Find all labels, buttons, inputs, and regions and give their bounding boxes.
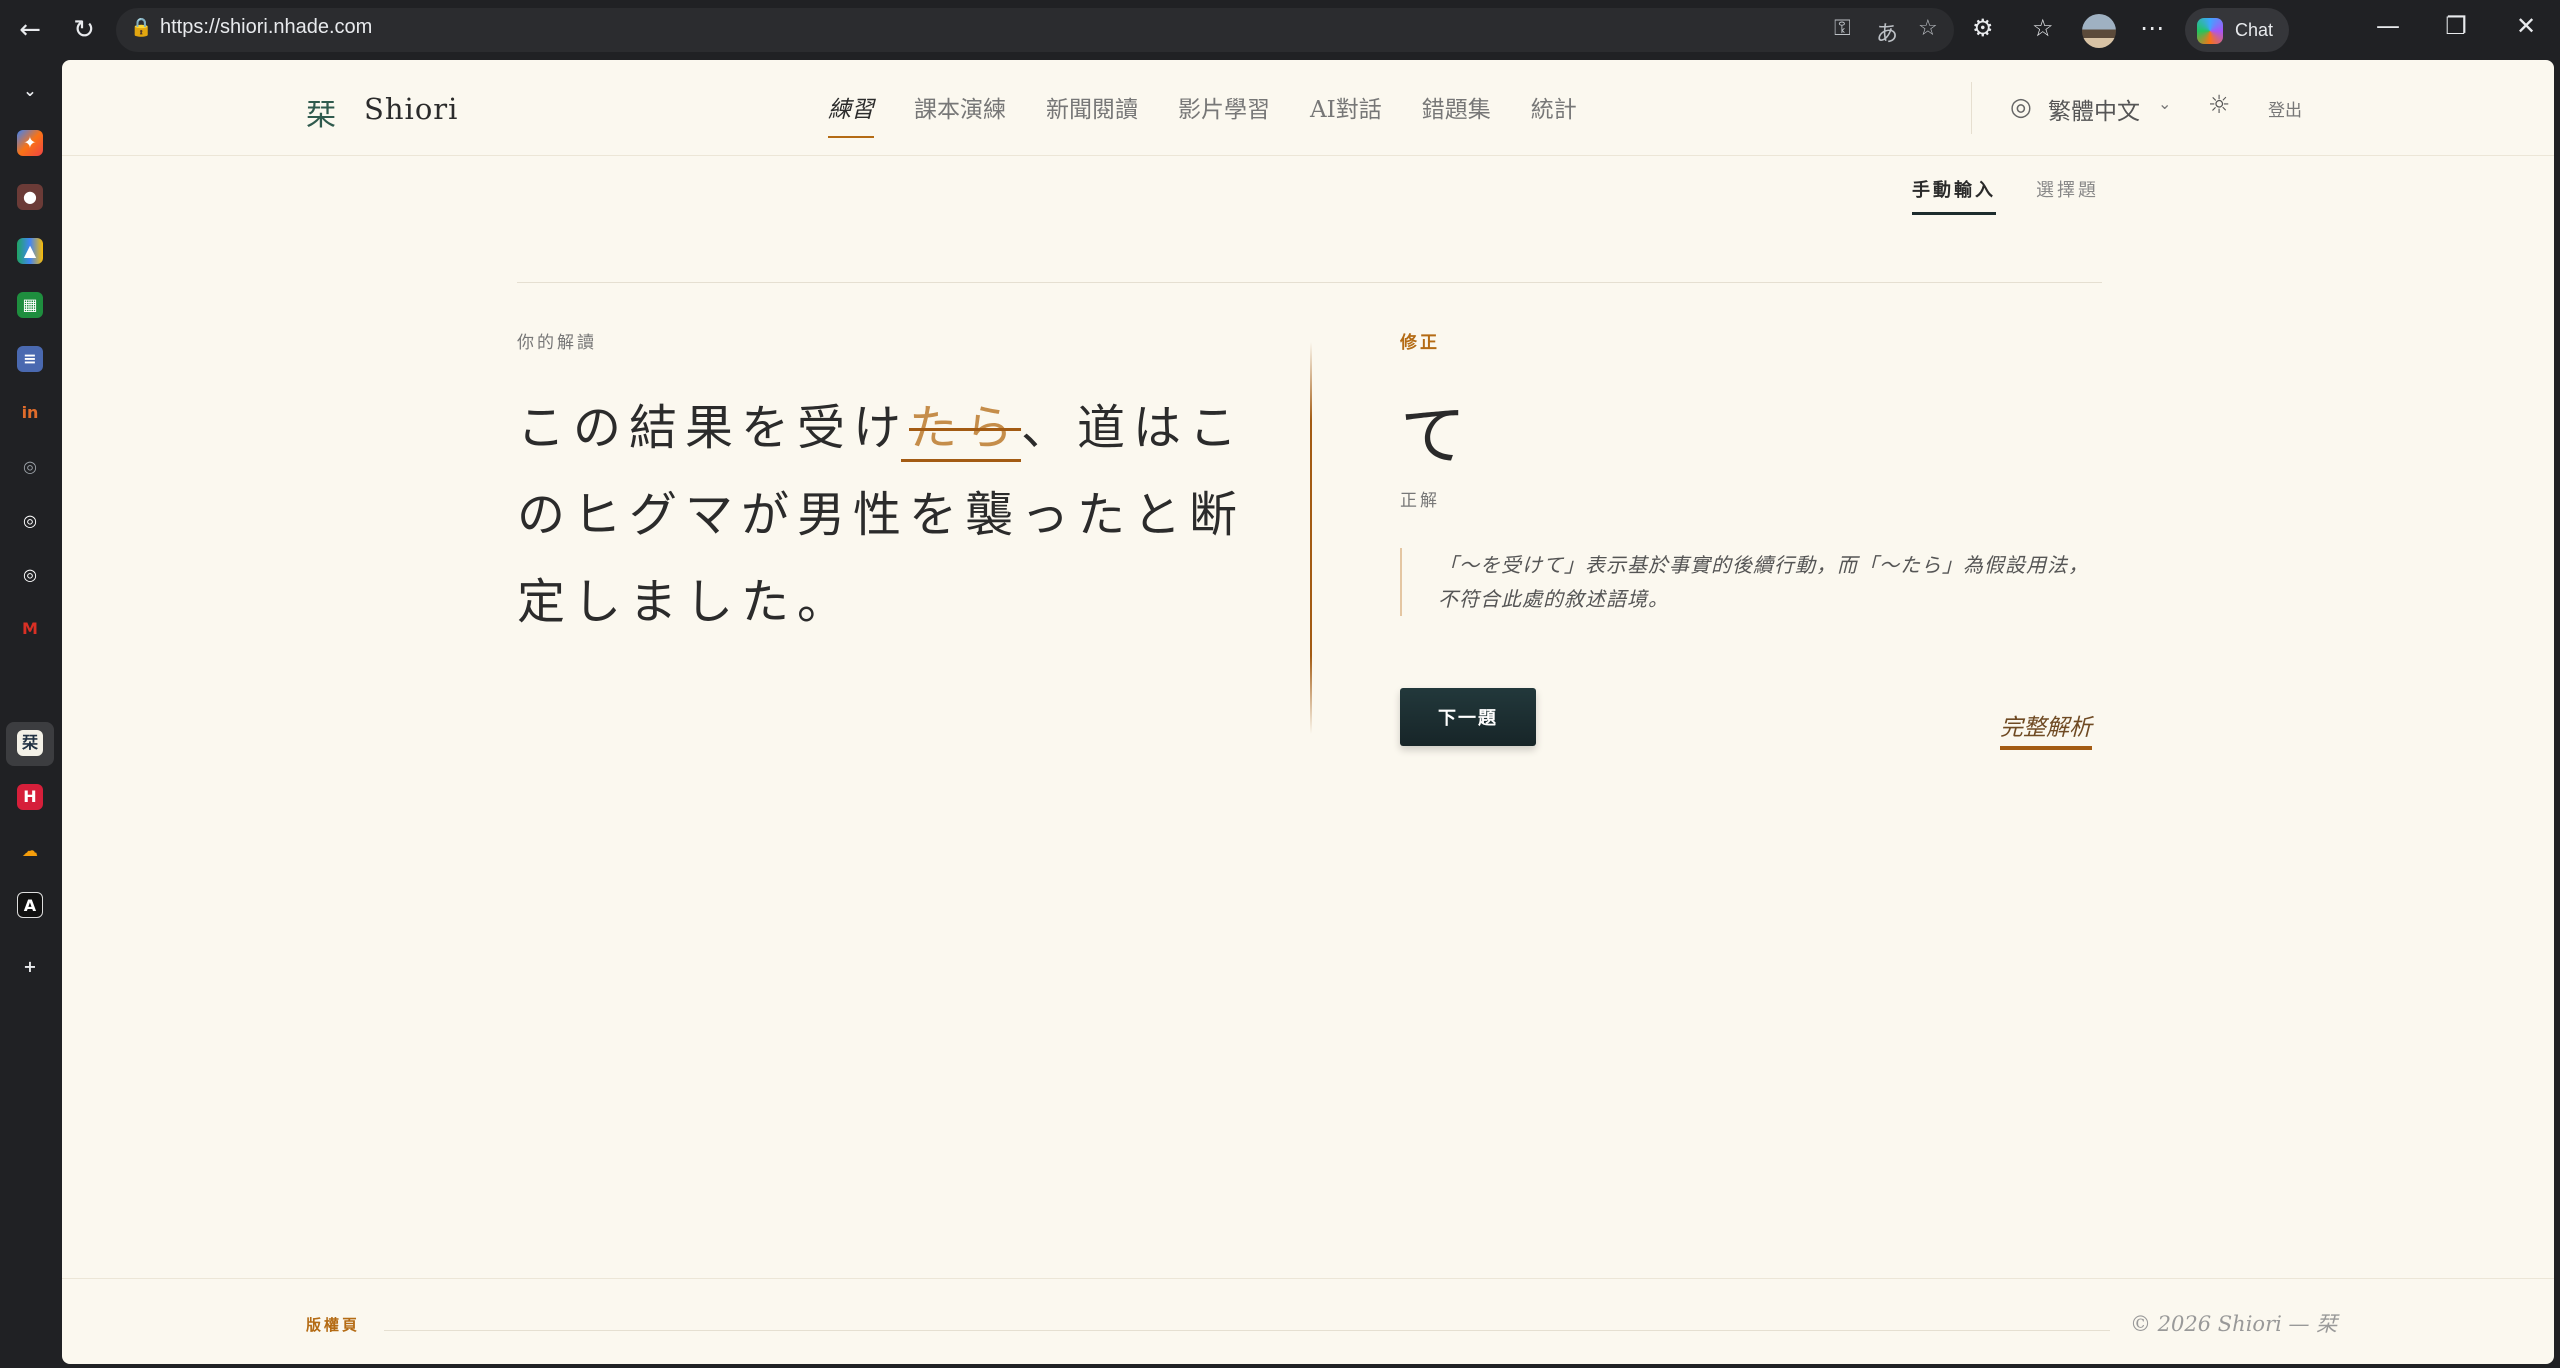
nav-ai-conversation[interactable]: AI對話 (1310, 90, 1382, 130)
restore-icon[interactable]: ❐ (2436, 12, 2476, 40)
answer-before-wrong: この結果を受け (517, 400, 910, 456)
correction-text: て (1400, 397, 1466, 474)
sun-icon[interactable]: ☼ (2208, 90, 2230, 119)
url-text[interactable]: https://shiori.nhade.com (160, 16, 372, 39)
add-icon[interactable]: + (17, 954, 43, 980)
explanation-text: 「〜を受けて」表示基於事實的後續行動，而「〜たら」為假設用法，不符合此處的敘述語… (1438, 553, 2089, 611)
next-question-button[interactable]: 下一題 (1400, 688, 1536, 746)
key-icon[interactable]: ⚿ (1834, 16, 1851, 41)
github-icon[interactable]: ◎ (17, 562, 43, 588)
minimize-icon[interactable]: — (2368, 12, 2408, 40)
header-divider (1971, 82, 1972, 134)
chevron-down-icon[interactable]: ⌄ (17, 78, 43, 104)
your-reading-label: 你的解讀 (517, 333, 597, 353)
globe-icon[interactable]: ◎ (2010, 92, 2032, 121)
main-navigation: 練習 課本演練 新聞閱讀 影片學習 AI對話 錯題集 統計 (828, 90, 1577, 138)
language-select[interactable]: 繁體中文 (2048, 92, 2140, 126)
refresh-icon[interactable]: ↻ (66, 12, 102, 48)
gmail-icon[interactable]: M (17, 616, 43, 642)
browser-sidebar: ⌄ ✦ ● ▲ ▦ ≡ in ◎ ◎ ◎ M 栞 H ☁ A + (0, 60, 62, 1368)
star-icon[interactable]: ☆ (1918, 16, 1938, 41)
footer-copyright: © 2026 Shiori — 栞 (2130, 1312, 2338, 1336)
explanation-box: 「〜を受けて」表示基於事實的後續行動，而「〜たら」為假設用法，不符合此處的敘述語… (1400, 548, 2102, 616)
copilot-logo-icon (2197, 18, 2223, 44)
close-icon[interactable]: ✕ (2506, 12, 2546, 40)
back-arrow-icon[interactable]: ← (12, 12, 48, 48)
more-icon[interactable]: ⋯ (2140, 14, 2164, 42)
answer-separator (1310, 342, 1312, 734)
record-icon[interactable]: ● (17, 184, 43, 210)
a-icon[interactable]: A (17, 892, 43, 918)
sheets-icon[interactable]: ▦ (17, 292, 43, 318)
address-bar[interactable] (116, 8, 1954, 52)
tab-manual-input[interactable]: 手動輸入 (1912, 176, 1996, 215)
chevron-down-icon[interactable]: ⌄ (2158, 94, 2171, 113)
shiori-icon[interactable]: 栞 (17, 730, 43, 756)
user-answer: この結果を受けたら、道はこのヒグマが男性を襲ったと断定しました。 (517, 385, 1297, 646)
chat-label: Chat (2235, 20, 2274, 40)
translate-icon[interactable]: あ (1876, 16, 1898, 48)
footer-rule (384, 1330, 2110, 1331)
cloud-icon[interactable]: ☁ (17, 838, 43, 864)
correction-label: 修正 (1400, 333, 1440, 353)
shiori-logo-mark[interactable]: 栞 (306, 90, 336, 134)
logout-link[interactable]: 登出 (2268, 96, 2302, 121)
favorites-icon[interactable]: ☆ (2032, 14, 2054, 42)
tab-multiple-choice[interactable]: 選擇題 (2036, 176, 2099, 202)
docs-icon[interactable]: ≡ (17, 346, 43, 372)
copyright-page-link[interactable]: 版權頁 (306, 1314, 360, 1335)
site-logo-text[interactable]: Shiori (364, 92, 458, 126)
extensions-icon[interactable]: ⚙ (1972, 14, 1994, 42)
copilot-icon[interactable]: ✦ (17, 130, 43, 156)
nav-video-learning[interactable]: 影片學習 (1178, 90, 1270, 130)
profile-avatar[interactable] (2082, 14, 2116, 48)
nav-practice[interactable]: 練習 (828, 90, 874, 138)
in-icon[interactable]: in (17, 400, 43, 426)
h-icon[interactable]: H (17, 784, 43, 810)
wrong-answer-part: たら (901, 385, 1022, 472)
practice-mode-tabs: 手動輸入 選擇題 (1912, 176, 2164, 220)
drive-icon[interactable]: ▲ (17, 238, 43, 264)
full-analysis-link[interactable]: 完整解析 (2000, 708, 2092, 750)
chat-button[interactable]: Chat (2185, 8, 2289, 52)
page-viewport: 栞 Shiori 練習 課本演練 新聞閱讀 影片學習 AI對話 錯題集 統計 ◎… (62, 60, 2554, 1364)
github-icon[interactable]: ◎ (17, 454, 43, 480)
browser-toolbar: ← ↻ 🔒 https://shiori.nhade.com ⚿ あ ☆ ⚙ ☆… (0, 0, 2560, 60)
content-divider (517, 282, 2102, 283)
correct-answer-label: 正解 (1400, 491, 1440, 511)
nav-statistics[interactable]: 統計 (1531, 90, 1577, 130)
nav-textbook-practice[interactable]: 課本演練 (914, 90, 1006, 130)
footer-top-line (62, 1278, 2554, 1279)
nav-mistakes[interactable]: 錯題集 (1422, 90, 1491, 130)
nav-news-reading[interactable]: 新聞閱讀 (1046, 90, 1138, 130)
site-header: 栞 Shiori 練習 課本演練 新聞閱讀 影片學習 AI對話 錯題集 統計 ◎… (62, 60, 2554, 156)
github-icon[interactable]: ◎ (17, 508, 43, 534)
lock-icon[interactable]: 🔒 (130, 17, 152, 38)
